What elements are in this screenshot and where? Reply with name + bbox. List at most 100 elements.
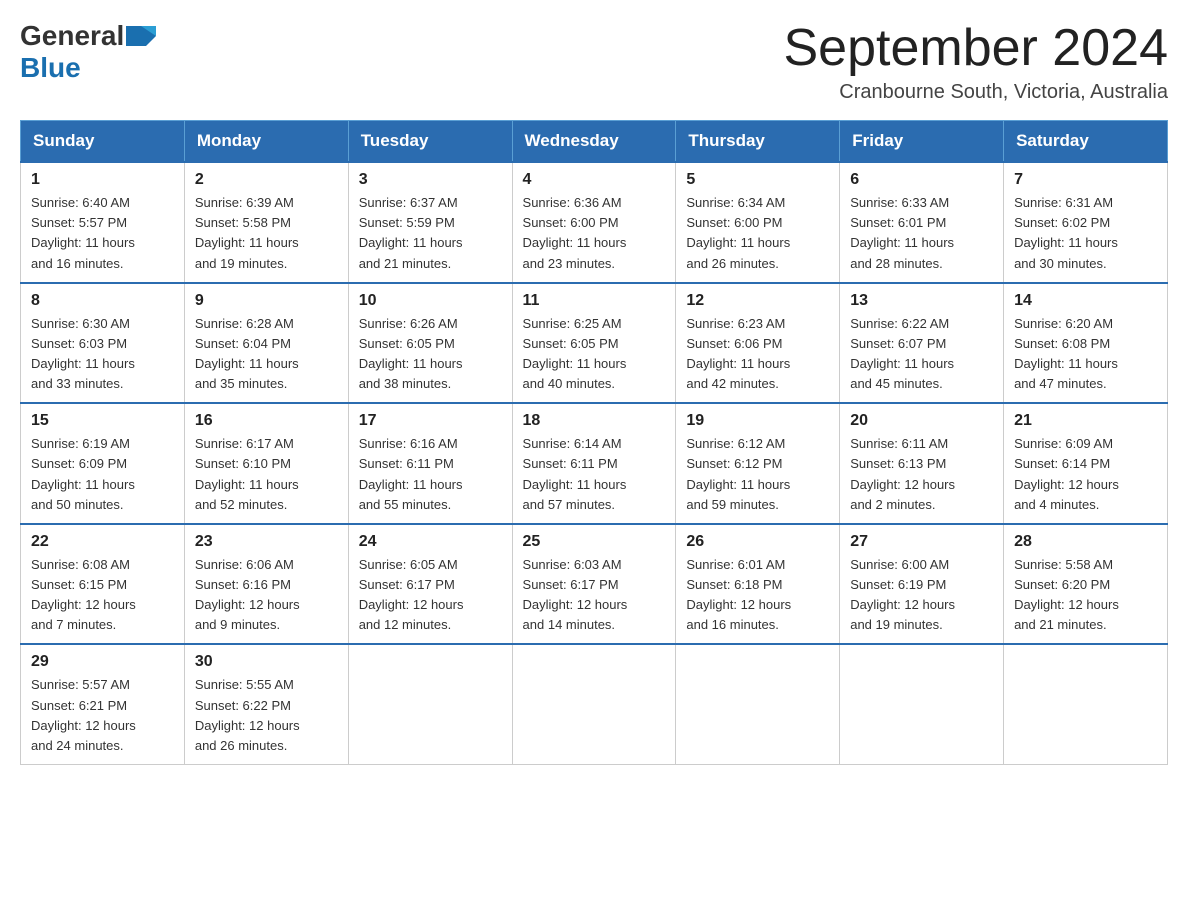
day-info: Sunrise: 6:03 AMSunset: 6:17 PMDaylight:… bbox=[523, 555, 666, 636]
calendar-cell: 9 Sunrise: 6:28 AMSunset: 6:04 PMDaylight… bbox=[184, 283, 348, 404]
page-header: General Blue September 2024 Cranbourne S… bbox=[20, 20, 1168, 104]
day-info: Sunrise: 6:22 AMSunset: 6:07 PMDaylight:… bbox=[850, 314, 993, 395]
day-number: 27 bbox=[850, 533, 993, 551]
day-number: 2 bbox=[195, 171, 338, 189]
day-number: 13 bbox=[850, 292, 993, 310]
week-row-5: 29Sunrise: 5:57 AMSunset: 6:21 PMDayligh… bbox=[21, 644, 1168, 764]
day-header-sunday: Sunday bbox=[21, 121, 185, 163]
day-info: Sunrise: 6:17 AMSunset: 6:10 PMDaylight:… bbox=[195, 434, 338, 515]
calendar-cell: 13 Sunrise: 6:22 AMSunset: 6:07 PMDayligh… bbox=[840, 283, 1004, 404]
day-header-wednesday: Wednesday bbox=[512, 121, 676, 163]
month-title: September 2024 bbox=[784, 20, 1169, 77]
logo-blue-text: Blue bbox=[20, 52, 81, 84]
day-number: 24 bbox=[359, 533, 502, 551]
calendar-cell: 5 Sunrise: 6:34 AMSunset: 6:00 PMDaylight… bbox=[676, 162, 840, 283]
day-number: 22 bbox=[31, 533, 174, 551]
calendar-cell: 26Sunrise: 6:01 AMSunset: 6:18 PMDayligh… bbox=[676, 524, 840, 645]
day-info: Sunrise: 6:16 AMSunset: 6:11 PMDaylight:… bbox=[359, 434, 502, 515]
day-info: Sunrise: 6:09 AMSunset: 6:14 PMDaylight:… bbox=[1014, 434, 1157, 515]
calendar-cell bbox=[840, 644, 1004, 764]
day-info: Sunrise: 6:40 AMSunset: 5:57 PMDaylight:… bbox=[31, 193, 174, 274]
calendar-cell: 24 Sunrise: 6:05 AMSunset: 6:17 PMDayligh… bbox=[348, 524, 512, 645]
day-number: 7 bbox=[1014, 171, 1157, 189]
week-row-2: 8 Sunrise: 6:30 AMSunset: 6:03 PMDaylight… bbox=[21, 283, 1168, 404]
calendar-cell: 19 Sunrise: 6:12 AMSunset: 6:12 PMDayligh… bbox=[676, 403, 840, 524]
day-number: 20 bbox=[850, 412, 993, 430]
calendar-cell: 29Sunrise: 5:57 AMSunset: 6:21 PMDayligh… bbox=[21, 644, 185, 764]
calendar-cell: 12 Sunrise: 6:23 AMSunset: 6:06 PMDayligh… bbox=[676, 283, 840, 404]
calendar-table: SundayMondayTuesdayWednesdayThursdayFrid… bbox=[20, 120, 1168, 765]
calendar-cell: 8 Sunrise: 6:30 AMSunset: 6:03 PMDaylight… bbox=[21, 283, 185, 404]
day-info: Sunrise: 6:06 AMSunset: 6:16 PMDaylight:… bbox=[195, 555, 338, 636]
calendar-cell: 21 Sunrise: 6:09 AMSunset: 6:14 PMDayligh… bbox=[1004, 403, 1168, 524]
calendar-cell: 15 Sunrise: 6:19 AMSunset: 6:09 PMDayligh… bbox=[21, 403, 185, 524]
day-info: Sunrise: 5:57 AMSunset: 6:21 PMDaylight:… bbox=[31, 675, 174, 756]
calendar-cell bbox=[512, 644, 676, 764]
location-subtitle: Cranbourne South, Victoria, Australia bbox=[784, 81, 1169, 104]
day-number: 15 bbox=[31, 412, 174, 430]
day-info: Sunrise: 6:25 AMSunset: 6:05 PMDaylight:… bbox=[523, 314, 666, 395]
calendar-cell: 25 Sunrise: 6:03 AMSunset: 6:17 PMDayligh… bbox=[512, 524, 676, 645]
calendar-cell bbox=[1004, 644, 1168, 764]
day-info: Sunrise: 6:12 AMSunset: 6:12 PMDaylight:… bbox=[686, 434, 829, 515]
day-info: Sunrise: 6:39 AMSunset: 5:58 PMDaylight:… bbox=[195, 193, 338, 274]
day-info: Sunrise: 6:05 AMSunset: 6:17 PMDaylight:… bbox=[359, 555, 502, 636]
day-number: 14 bbox=[1014, 292, 1157, 310]
calendar-cell: 23 Sunrise: 6:06 AMSunset: 6:16 PMDayligh… bbox=[184, 524, 348, 645]
calendar-cell: 10 Sunrise: 6:26 AMSunset: 6:05 PMDayligh… bbox=[348, 283, 512, 404]
calendar-cell: 27 Sunrise: 6:00 AMSunset: 6:19 PMDayligh… bbox=[840, 524, 1004, 645]
day-number: 17 bbox=[359, 412, 502, 430]
day-number: 16 bbox=[195, 412, 338, 430]
calendar-cell: 28Sunrise: 5:58 AMSunset: 6:20 PMDayligh… bbox=[1004, 524, 1168, 645]
day-info: Sunrise: 6:08 AMSunset: 6:15 PMDaylight:… bbox=[31, 555, 174, 636]
logo: General Blue bbox=[20, 20, 156, 84]
day-header-monday: Monday bbox=[184, 121, 348, 163]
day-number: 5 bbox=[686, 171, 829, 189]
day-number: 19 bbox=[686, 412, 829, 430]
day-headers-row: SundayMondayTuesdayWednesdayThursdayFrid… bbox=[21, 121, 1168, 163]
calendar-cell: 18 Sunrise: 6:14 AMSunset: 6:11 PMDayligh… bbox=[512, 403, 676, 524]
week-row-3: 15 Sunrise: 6:19 AMSunset: 6:09 PMDayligh… bbox=[21, 403, 1168, 524]
day-info: Sunrise: 6:23 AMSunset: 6:06 PMDaylight:… bbox=[686, 314, 829, 395]
calendar-cell: 16 Sunrise: 6:17 AMSunset: 6:10 PMDayligh… bbox=[184, 403, 348, 524]
calendar-cell: 2 Sunrise: 6:39 AMSunset: 5:58 PMDaylight… bbox=[184, 162, 348, 283]
day-number: 9 bbox=[195, 292, 338, 310]
day-number: 23 bbox=[195, 533, 338, 551]
day-number: 18 bbox=[523, 412, 666, 430]
day-number: 4 bbox=[523, 171, 666, 189]
day-number: 12 bbox=[686, 292, 829, 310]
day-info: Sunrise: 6:28 AMSunset: 6:04 PMDaylight:… bbox=[195, 314, 338, 395]
calendar-cell: 7Sunrise: 6:31 AMSunset: 6:02 PMDaylight… bbox=[1004, 162, 1168, 283]
day-info: Sunrise: 6:00 AMSunset: 6:19 PMDaylight:… bbox=[850, 555, 993, 636]
week-row-4: 22 Sunrise: 6:08 AMSunset: 6:15 PMDayligh… bbox=[21, 524, 1168, 645]
day-info: Sunrise: 6:26 AMSunset: 6:05 PMDaylight:… bbox=[359, 314, 502, 395]
day-number: 25 bbox=[523, 533, 666, 551]
day-number: 6 bbox=[850, 171, 993, 189]
logo-general-text: General bbox=[20, 20, 124, 52]
day-info: Sunrise: 6:19 AMSunset: 6:09 PMDaylight:… bbox=[31, 434, 174, 515]
day-header-thursday: Thursday bbox=[676, 121, 840, 163]
day-number: 30 bbox=[195, 653, 338, 671]
day-info: Sunrise: 6:36 AMSunset: 6:00 PMDaylight:… bbox=[523, 193, 666, 274]
calendar-cell: 14Sunrise: 6:20 AMSunset: 6:08 PMDayligh… bbox=[1004, 283, 1168, 404]
day-info: Sunrise: 6:30 AMSunset: 6:03 PMDaylight:… bbox=[31, 314, 174, 395]
day-number: 10 bbox=[359, 292, 502, 310]
day-number: 3 bbox=[359, 171, 502, 189]
day-info: Sunrise: 6:34 AMSunset: 6:00 PMDaylight:… bbox=[686, 193, 829, 274]
day-header-friday: Friday bbox=[840, 121, 1004, 163]
day-number: 1 bbox=[31, 171, 174, 189]
calendar-cell: 17 Sunrise: 6:16 AMSunset: 6:11 PMDayligh… bbox=[348, 403, 512, 524]
day-info: Sunrise: 6:11 AMSunset: 6:13 PMDaylight:… bbox=[850, 434, 993, 515]
day-header-saturday: Saturday bbox=[1004, 121, 1168, 163]
day-number: 26 bbox=[686, 533, 829, 551]
day-info: Sunrise: 6:14 AMSunset: 6:11 PMDaylight:… bbox=[523, 434, 666, 515]
calendar-cell bbox=[348, 644, 512, 764]
calendar-cell: 1 Sunrise: 6:40 AMSunset: 5:57 PMDaylight… bbox=[21, 162, 185, 283]
calendar-cell bbox=[676, 644, 840, 764]
day-number: 28 bbox=[1014, 533, 1157, 551]
day-number: 21 bbox=[1014, 412, 1157, 430]
day-info: Sunrise: 6:37 AMSunset: 5:59 PMDaylight:… bbox=[359, 193, 502, 274]
day-number: 8 bbox=[31, 292, 174, 310]
day-number: 11 bbox=[523, 292, 666, 310]
calendar-cell: 11 Sunrise: 6:25 AMSunset: 6:05 PMDayligh… bbox=[512, 283, 676, 404]
